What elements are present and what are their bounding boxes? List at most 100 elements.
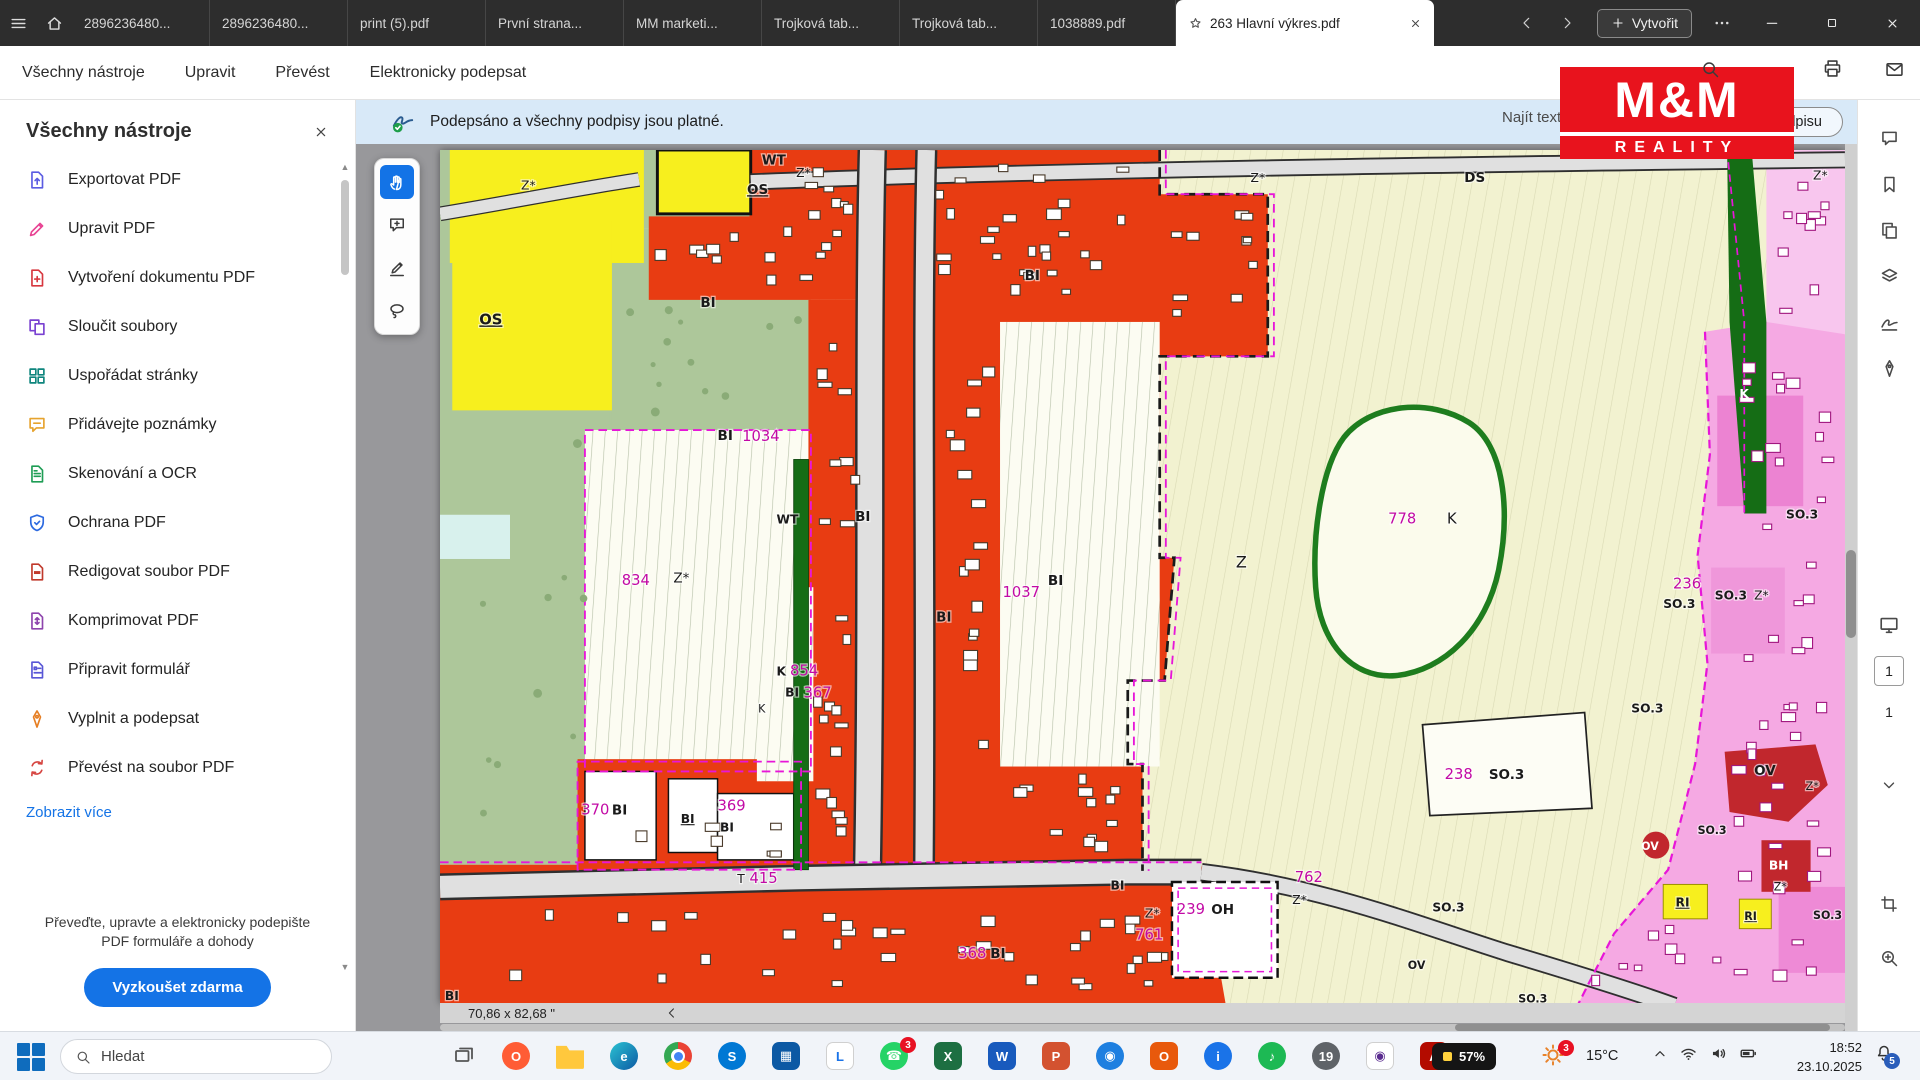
- battery-icon[interactable]: [1739, 1044, 1758, 1063]
- tool-item-export-pdf[interactable]: Exportovat PDF: [0, 155, 355, 204]
- tab[interactable]: První strana...: [486, 0, 624, 46]
- minimize-button[interactable]: [1744, 0, 1800, 46]
- lasso-tool-button[interactable]: [380, 294, 414, 328]
- taskbar-app-office-365[interactable]: O: [1148, 1040, 1180, 1072]
- taskbar-app-counter-app[interactable]: 19: [1310, 1040, 1342, 1072]
- panel-scrollbar[interactable]: ▲ ▼: [338, 162, 352, 972]
- printer-icon[interactable]: [1822, 58, 1843, 79]
- tab-active[interactable]: 263 Hlavní výkres.pdf: [1176, 0, 1434, 46]
- taskbar-app-excel[interactable]: X: [932, 1040, 964, 1072]
- tool-item-combine[interactable]: Sloučit soubory: [0, 302, 355, 351]
- map-label: BI: [720, 821, 734, 835]
- pdf-page[interactable]: WTOSZ*Z*Z*DSZ*OSBIBIBI1034WTBI834Z*BI103…: [440, 150, 1845, 1003]
- tab-scroll-right-icon[interactable]: [1549, 5, 1585, 41]
- task-view-icon[interactable]: [452, 1044, 476, 1068]
- tab[interactable]: 2896236480...: [210, 0, 348, 46]
- taskbar-app-chrome[interactable]: [662, 1040, 694, 1072]
- display-settings-icon[interactable]: [1878, 614, 1900, 636]
- crop-icon[interactable]: [1879, 894, 1899, 914]
- tool-item-scan[interactable]: Skenování a OCR: [0, 449, 355, 498]
- tray-expand-icon[interactable]: [1652, 1046, 1668, 1062]
- copy-rail-button[interactable]: [1879, 220, 1900, 241]
- taskbar-app-powerpoint[interactable]: P: [1040, 1040, 1072, 1072]
- scrollbar-thumb[interactable]: [341, 180, 349, 275]
- create-button[interactable]: Vytvořit: [1597, 9, 1692, 38]
- taskbar-app-camera-app[interactable]: ◉: [1094, 1040, 1126, 1072]
- scroll-down-icon[interactable]: ▼: [341, 962, 350, 972]
- tool-item-create-pdf[interactable]: Vytvoření dokumentu PDF: [0, 253, 355, 302]
- fillsign-rail-button[interactable]: [1879, 358, 1900, 379]
- hamburger-menu-icon[interactable]: [0, 5, 36, 41]
- taskbar-app-spotify[interactable]: ♪: [1256, 1040, 1288, 1072]
- tab[interactable]: Trojková tab...: [900, 0, 1038, 46]
- battery-widget[interactable]: 57%: [1432, 1043, 1496, 1070]
- wifi-icon[interactable]: [1679, 1044, 1698, 1063]
- taskbar-search[interactable]: Hledat: [60, 1039, 332, 1074]
- close-window-button[interactable]: [1864, 0, 1920, 46]
- signature-rail-button[interactable]: [1879, 312, 1900, 333]
- hand-tool-button[interactable]: [380, 165, 414, 199]
- tab[interactable]: MM marketi...: [624, 0, 762, 46]
- tool-item-comment[interactable]: Přidávejte poznámky: [0, 400, 355, 449]
- comment-add-tool-button[interactable]: [380, 208, 414, 242]
- weather-alert-icon[interactable]: 3: [1540, 1042, 1570, 1072]
- chat-rail-button[interactable]: [1879, 128, 1900, 149]
- mail-icon[interactable]: [1884, 59, 1905, 80]
- map-label: SO.3: [1489, 767, 1524, 783]
- taskbar-app-store[interactable]: ▦: [770, 1040, 802, 1072]
- layers-rail-button[interactable]: [1879, 266, 1900, 287]
- tool-item-fillsign[interactable]: Vyplnit a podepsat: [0, 694, 355, 743]
- tool-item-form[interactable]: Připravit formulář: [0, 645, 355, 694]
- taskbar-app-edge[interactable]: e: [608, 1040, 640, 1072]
- taskbar-app-skype[interactable]: S: [716, 1040, 748, 1072]
- bookmark-rail-button[interactable]: [1879, 174, 1900, 195]
- page-number-box[interactable]: 1: [1874, 656, 1904, 686]
- vertical-scrollbar-thumb[interactable]: [1846, 550, 1856, 638]
- menu-item-upravit[interactable]: Upravit: [185, 64, 236, 82]
- tab[interactable]: 1038889.pdf: [1038, 0, 1176, 46]
- more-options-icon[interactable]: [1704, 5, 1740, 41]
- taskbar-app-whatsapp[interactable]: ☎3: [878, 1040, 910, 1072]
- tab-close-icon[interactable]: [1409, 17, 1422, 30]
- taskbar-app-browser-orange[interactable]: O: [500, 1040, 532, 1072]
- volume-icon[interactable]: [1709, 1044, 1728, 1063]
- map-label: BI: [681, 812, 695, 826]
- tool-item-compress[interactable]: Komprimovat PDF: [0, 596, 355, 645]
- tool-item-protect[interactable]: Ochrana PDF: [0, 498, 355, 547]
- taskbar-app-word[interactable]: W: [986, 1040, 1018, 1072]
- taskbar-app-info-app[interactable]: i: [1202, 1040, 1234, 1072]
- taskbar-app-docs-l[interactable]: L: [824, 1040, 856, 1072]
- start-button[interactable]: [16, 1042, 46, 1072]
- tool-item-redact[interactable]: Redigovat soubor PDF: [0, 547, 355, 596]
- vertical-scrollbar[interactable]: [1845, 144, 1857, 1031]
- zoom-in-icon[interactable]: [1879, 948, 1899, 968]
- menu-item-p-ev-st[interactable]: Převést: [275, 64, 329, 82]
- tab[interactable]: print (5).pdf: [348, 0, 486, 46]
- tool-item-edit-pdf[interactable]: Upravit PDF: [0, 204, 355, 253]
- scroll-up-icon[interactable]: ▲: [341, 162, 350, 172]
- taskbar-app-viewer-eye[interactable]: ◉: [1364, 1040, 1396, 1072]
- tool-item-organize[interactable]: Uspořádat stránky: [0, 351, 355, 400]
- collapse-status-icon[interactable]: [665, 1006, 679, 1020]
- taskbar-app-file-explorer[interactable]: [554, 1040, 586, 1072]
- tab[interactable]: Trojková tab...: [762, 0, 900, 46]
- tool-item-convert[interactable]: Převést na soubor PDF: [0, 743, 355, 792]
- clock[interactable]: 18:52 23.10.2025: [1770, 1039, 1862, 1077]
- next-page-icon[interactable]: [1880, 776, 1898, 794]
- menu-item-elektronicky-podepsat[interactable]: Elektronicky podepsat: [370, 64, 527, 82]
- show-more-link[interactable]: Zobrazit více: [0, 792, 355, 833]
- horizontal-scrollbar-thumb[interactable]: [1455, 1024, 1830, 1031]
- notification-center[interactable]: 5: [1874, 1043, 1894, 1063]
- tool-label: Ochrana PDF: [68, 514, 166, 532]
- horizontal-scrollbar[interactable]: [440, 1024, 1845, 1031]
- tab-scroll-left-icon[interactable]: [1509, 5, 1545, 41]
- try-free-button[interactable]: Vyzkoušet zdarma: [84, 968, 270, 1007]
- maximize-button[interactable]: [1804, 0, 1860, 46]
- pen-tool-button[interactable]: [380, 251, 414, 285]
- close-panel-icon[interactable]: [313, 124, 329, 140]
- home-icon[interactable]: [36, 5, 72, 41]
- tab[interactable]: 2896236480...: [72, 0, 210, 46]
- search-icon[interactable]: [1700, 59, 1720, 79]
- menu-item-v-echny-n-stroje[interactable]: Všechny nástroje: [22, 64, 145, 82]
- star-icon[interactable]: [1188, 16, 1203, 31]
